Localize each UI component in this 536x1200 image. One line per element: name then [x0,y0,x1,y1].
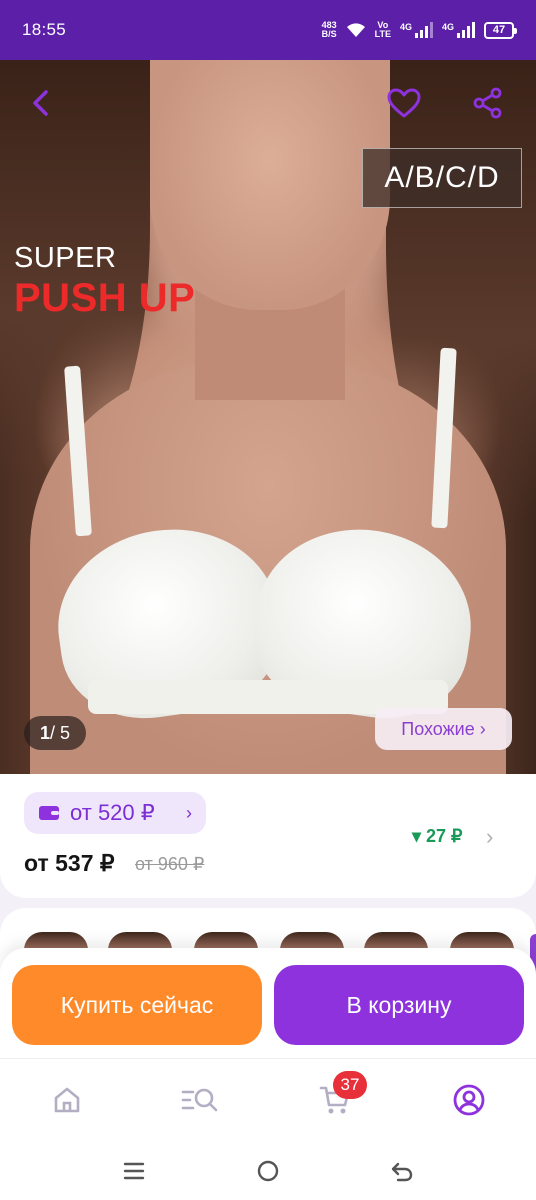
catalog-search-icon [181,1088,218,1112]
signal-1: 4G [400,22,433,38]
size-badge: A/B/C/D [362,148,522,208]
home-button[interactable] [248,1154,288,1188]
signal-bars-icon [414,22,433,38]
page-total: / 5 [50,722,71,743]
status-icons: 483 B/S Vo LTE 4G 4G 47 [322,21,517,39]
promo-text-super: SUPER [14,242,117,274]
system-nav-bar [0,1142,536,1200]
bottom-nav: 37 [0,1058,536,1142]
image-page-counter: 1/ 5 [24,716,86,750]
wallet-price: от 520 ₽ [70,800,155,825]
wallet-icon [39,806,59,820]
net-speed: 483 B/S [322,21,337,39]
nav-home[interactable] [42,1077,92,1123]
add-to-cart-button[interactable]: В корзину [274,965,524,1045]
signal-1-label: 4G [399,22,412,32]
current-price: от 537 ₽ [24,850,115,876]
product-image-carousel[interactable]: A/B/C/D SUPER PUSH UP 1/ 5 Похожие › [0,60,536,774]
battery-level: 47 [492,24,506,36]
home-icon [54,1087,80,1113]
menu-icon [123,1162,145,1180]
old-price: от 960 ₽ [135,854,205,874]
price-card: от 520 ₽ › от 537 ₽ от 960 ₽ ▾ 27 ₽ › [0,774,536,898]
photo-face [150,60,390,310]
chevron-left-icon [33,90,48,116]
back-system-button[interactable] [382,1154,422,1188]
back-arrow-icon [391,1162,413,1182]
profile-icon [453,1084,485,1116]
status-bar: 18:55 483 B/S Vo LTE 4G 4G 47 [0,0,536,60]
status-time: 18:55 [22,20,67,39]
product-screen: 18:55 483 B/S Vo LTE 4G 4G 47 A/B/C/D SU… [0,0,536,1200]
page-current: 1 [39,722,50,743]
net-speed-unit: B/S [321,29,337,39]
nav-catalog[interactable] [175,1077,225,1123]
signal-2-label: 4G [441,22,454,32]
buy-now-button[interactable]: Купить сейчас [12,965,262,1045]
favorite-button[interactable] [382,82,426,124]
cart-count-badge: 37 [333,1071,367,1099]
share-button[interactable] [466,82,510,124]
wallet-price-button[interactable]: от 520 ₽ › [24,792,206,834]
similar-button[interactable]: Похожие › [375,708,512,750]
chevron-right-icon[interactable]: › [486,824,493,850]
signal-2: 4G [442,22,475,38]
share-icon [473,87,502,119]
wifi-icon [346,23,365,37]
circle-icon [257,1160,279,1182]
battery-icon: 47 [484,21,517,39]
volte-indicator: Vo LTE [375,21,391,39]
promo-text-push-up: PUSH UP [14,276,196,320]
signal-bars-icon [457,22,475,38]
heart-icon [387,88,421,118]
action-bar: Купить сейчас В корзину [0,948,536,1058]
nav-profile[interactable] [444,1077,494,1123]
volte-bottom: LTE [374,29,391,39]
recents-button[interactable] [114,1154,154,1188]
price-drop-indicator[interactable]: ▾ 27 ₽ [412,826,463,847]
back-button[interactable] [20,82,62,124]
chevron-right-icon: › [186,802,192,823]
